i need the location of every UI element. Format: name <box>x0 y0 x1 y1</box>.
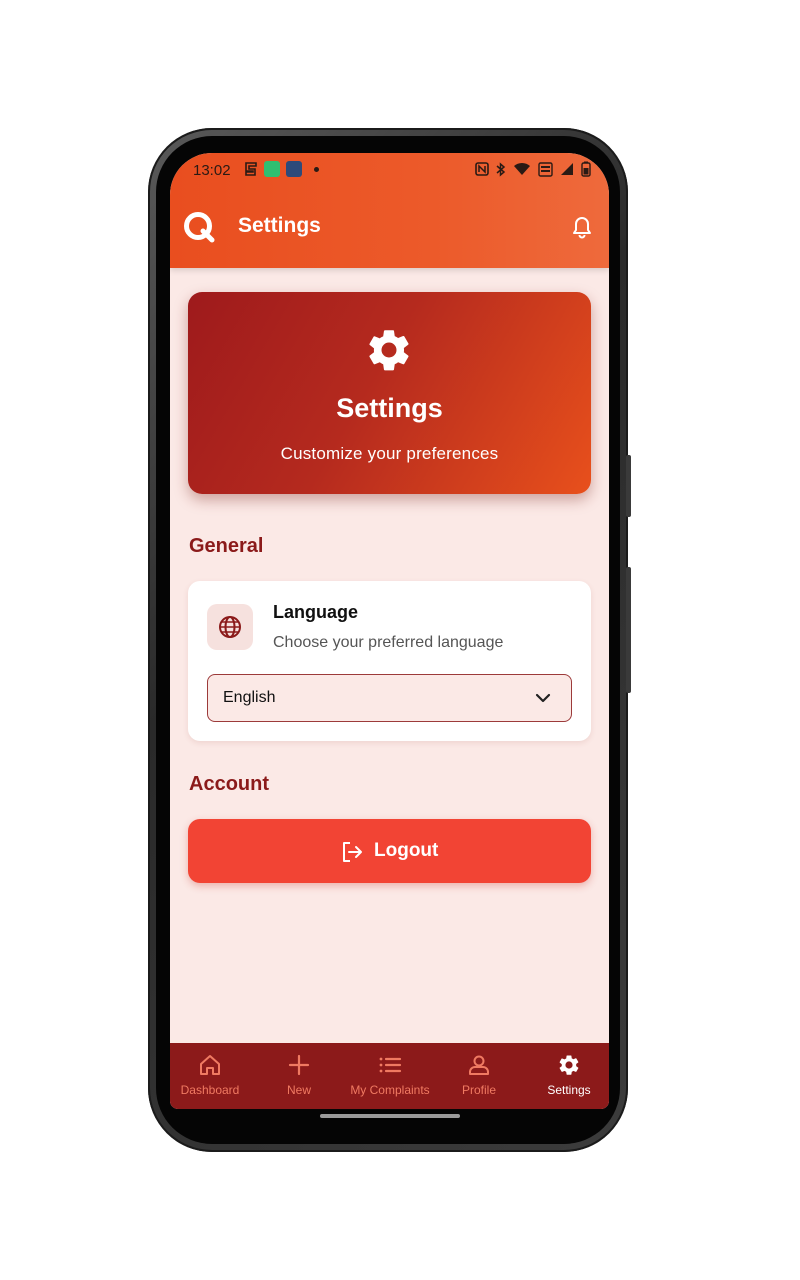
signal-icon <box>561 163 573 175</box>
nav-item-dashboard[interactable]: Dashboard <box>170 1043 254 1109</box>
volume-button <box>626 455 631 517</box>
logout-icon <box>343 842 362 862</box>
section-title-general: General <box>189 535 264 557</box>
gear-icon <box>559 1055 579 1075</box>
status-time: 13:02 <box>193 162 231 179</box>
top-app-bar: 13:02 Settings <box>170 153 609 268</box>
notification-icons <box>244 161 319 177</box>
nfc-icon <box>475 162 489 176</box>
language-select[interactable]: English <box>207 674 572 722</box>
status-bar: 13:02 <box>170 153 609 187</box>
nav-label: Profile <box>461 1083 496 1097</box>
bluetooth-icon <box>496 161 506 177</box>
home-icon <box>200 1055 220 1075</box>
hero-title: Settings <box>336 393 443 423</box>
person-icon <box>469 1055 489 1075</box>
notification-bell-icon[interactable] <box>571 215 593 239</box>
system-icons <box>475 161 591 177</box>
list-icon <box>379 1057 402 1073</box>
language-card: Language Choose your preferred language … <box>188 581 591 741</box>
notification-icon <box>245 162 257 176</box>
app-logo-icon <box>184 212 215 243</box>
hero-subtitle: Customize your preferences <box>280 444 499 463</box>
logout-label: Logout <box>374 840 439 861</box>
more-notifications-dot <box>314 166 319 172</box>
power-button <box>626 567 631 693</box>
home-indicator[interactable] <box>320 1114 460 1118</box>
settings-hero-card: Settings Customize your preferences <box>188 292 591 494</box>
nav-item-profile[interactable]: Profile <box>435 1043 523 1109</box>
wifi-icon <box>514 162 530 175</box>
logout-button[interactable]: Logout <box>188 819 591 883</box>
volte-icon <box>538 161 553 177</box>
language-subtitle: Choose your preferred language <box>273 634 504 651</box>
app-screen: 13:02 Settings Settings Customize your p… <box>170 153 609 1109</box>
gear-icon <box>369 330 409 371</box>
bottom-navigation: Dashboard New My Complaints Profile Sett… <box>170 1043 609 1109</box>
nav-label: Settings <box>547 1083 591 1097</box>
nav-label: My Complaints <box>350 1083 430 1097</box>
language-title: Language <box>273 602 359 622</box>
section-title-account: Account <box>189 773 269 795</box>
nav-label: New <box>286 1083 311 1097</box>
chevron-down-icon <box>535 693 551 703</box>
page-title: Settings <box>238 214 321 237</box>
language-icon-box <box>207 604 253 650</box>
chat-app-icon <box>264 161 280 177</box>
nav-item-new[interactable]: New <box>255 1043 343 1109</box>
app-notification-icon <box>286 161 302 177</box>
nav-item-settings[interactable]: Settings <box>525 1043 609 1109</box>
nav-item-my-complaints[interactable]: My Complaints <box>346 1043 434 1109</box>
globe-icon <box>219 616 241 638</box>
language-selected-value: English <box>223 689 276 706</box>
nav-label: Dashboard <box>180 1083 240 1097</box>
battery-icon <box>581 161 591 177</box>
plus-icon <box>288 1054 310 1076</box>
